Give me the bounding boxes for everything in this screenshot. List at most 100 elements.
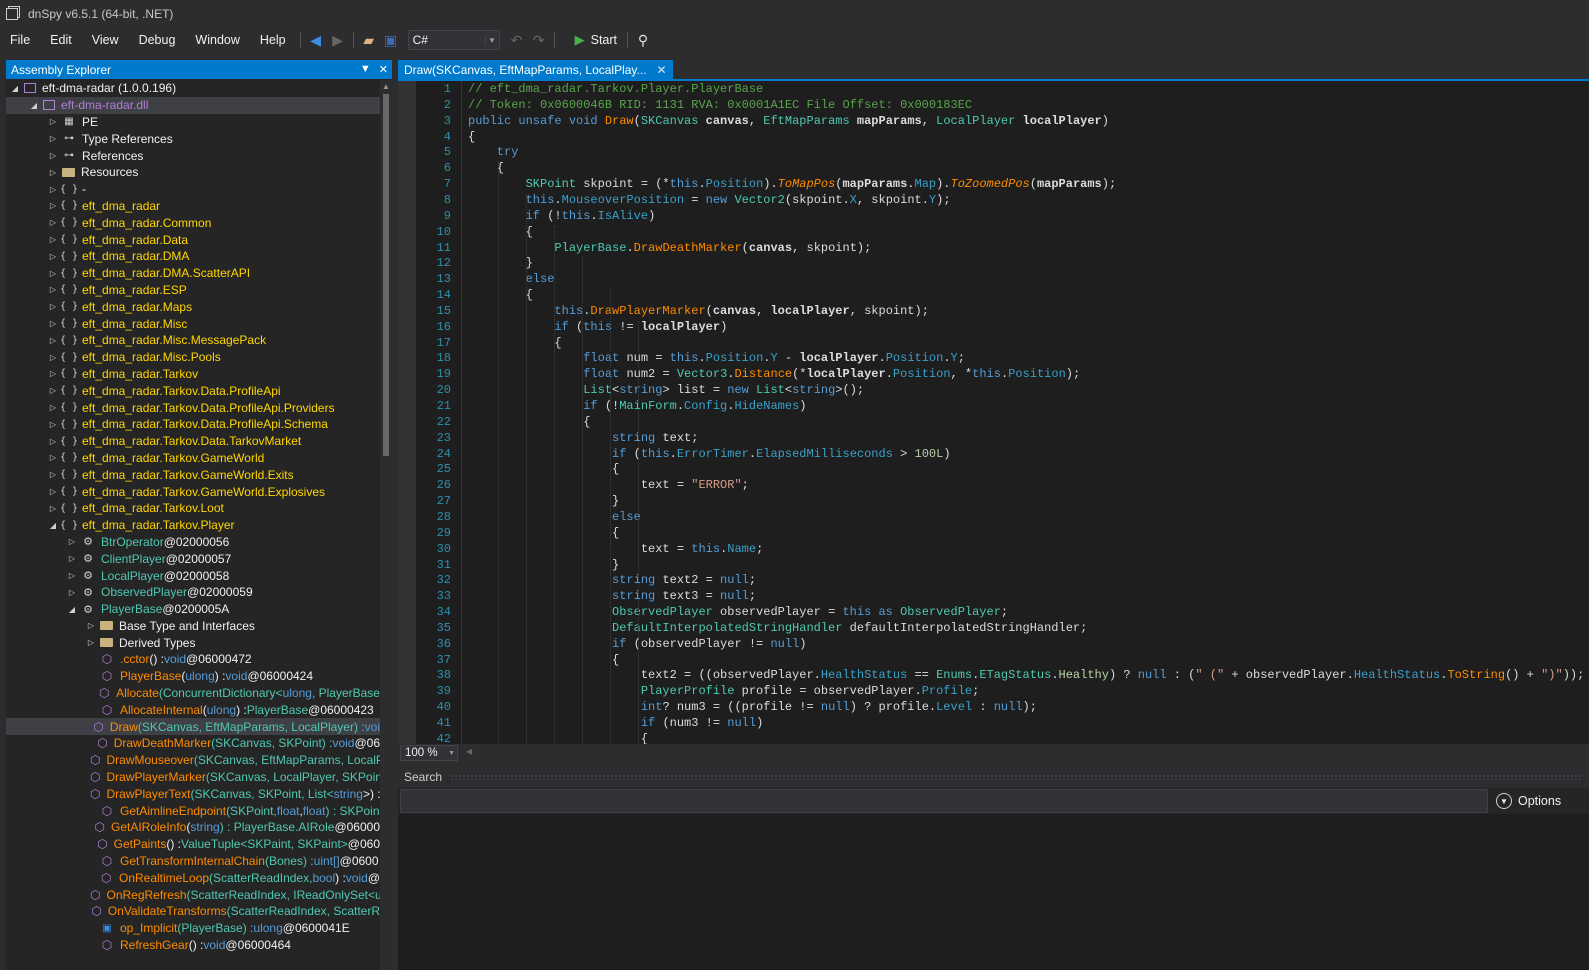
menu-help[interactable]: Help [250,29,296,51]
search-options-button[interactable]: ▼ Options [1496,793,1561,809]
tree-node[interactable]: ⬡ OnRegRefresh (ScatterReadIndex, IReadOnl… [6,886,380,903]
save-all-icon[interactable]: ▣ [380,29,402,51]
tree-node[interactable]: ⬡ GetAIRoleInfo(string) : PlayerBase. AIRo… [6,819,381,836]
expand-arrow-icon[interactable]: ▷ [48,302,58,311]
menu-file[interactable]: File [0,29,40,51]
menu-window[interactable]: Window [185,29,249,51]
navigate-back-icon[interactable]: ◀ [305,29,327,51]
tree-scrollbar-thumb[interactable] [383,94,389,456]
editor-horizontal-scrollbar[interactable]: ◀ [464,747,1589,758]
expand-arrow-icon[interactable]: ▷ [48,168,58,177]
expand-arrow-icon[interactable]: ▷ [48,470,58,479]
tree-node[interactable]: ⬡ GetAimlineEndpoint (SKPoint, float, floa… [6,802,380,819]
tree-node[interactable]: ▣ op_Implicit (PlayerBase) : ulong @060004… [6,920,380,937]
search-results[interactable] [398,814,1589,970]
tree-node[interactable]: ◢{ } eft_dma_radar.Tarkov.Player [6,517,380,534]
panel-menu-icon[interactable]: ▼ [360,63,371,76]
close-icon[interactable]: ✕ [379,63,388,76]
undo-icon[interactable]: ↶ [506,29,528,51]
tree-node[interactable]: ⬡ GetTransformInternalChain (Bones) : uint… [6,853,380,870]
tree-node[interactable]: ▷{ } eft_dma_radar.Tarkov.GameWorld.Explo… [6,483,380,500]
start-debugging-button[interactable]: ▶ Start [569,32,623,48]
code-editor[interactable]: 1 2 3 4 5 6 7 8 9 10 11 12 13 14 15 16 17 18 19 20 21 22 23 24 2… [398,81,1589,744]
tree-node[interactable]: ▷{ } eft_dma_radar.DMA.ScatterAPI [6,265,380,282]
assembly-tree[interactable]: ◢ eft-dma-radar (1.0.0.196) ◢ eft-dma-radar… [6,80,380,970]
expand-arrow-icon[interactable]: ▷ [67,588,77,597]
tree-node[interactable]: ⬡ Allocate (ConcurrentDictionary< ulong, Pl… [6,685,380,702]
tree-node[interactable]: ⬡ DrawDeathMarker (SKCanvas, SKPoint) : vo… [6,735,380,752]
tree-node[interactable]: ▷{ } eft_dma_radar.Misc [6,315,380,332]
tree-node[interactable]: ▷ ⚙ LocalPlayer @02000058 [6,567,380,584]
tree-node[interactable]: ▷ ⚙ BtrOperator @02000056 [6,534,380,551]
tree-node[interactable]: ▷{ } eft_dma_radar [6,198,380,215]
collapse-arrow-icon[interactable]: ◢ [67,605,77,614]
expand-arrow-icon[interactable]: ▷ [48,369,58,378]
redo-icon[interactable]: ↷ [528,29,550,51]
tree-node[interactable]: ⬡ PlayerBase(ulong) : void @06000424 [6,668,380,685]
search-icon[interactable]: ⚲ [632,29,654,51]
navigate-forward-icon[interactable]: ▶ [327,29,349,51]
tree-node[interactable]: ▷ ⚙ ObservedPlayer @02000059 [6,584,380,601]
menu-debug[interactable]: Debug [129,29,186,51]
tree-node[interactable]: ▷ Derived Types [6,634,380,651]
tree-node[interactable]: ▷{ } eft_dma_radar.Tarkov.GameWorld [6,450,380,467]
expand-arrow-icon[interactable]: ▷ [48,201,58,210]
tree-node[interactable]: ⬡ OnValidateTransforms (ScatterReadIndex, … [6,903,380,920]
tree-node[interactable]: ▷ Resources [6,164,380,181]
expand-arrow-icon[interactable]: ▷ [67,571,77,580]
search-input[interactable] [400,789,1488,813]
zoom-select[interactable]: 100 % ▼ [400,745,458,761]
tab-draw-method[interactable]: Draw(SKCanvas, EftMapParams, LocalPlay..… [398,60,673,79]
expand-arrow-icon[interactable]: ▷ [48,487,58,496]
expand-arrow-icon[interactable]: ▷ [48,353,58,362]
expand-arrow-icon[interactable]: ▷ [48,151,58,160]
expand-arrow-icon[interactable]: ▷ [48,319,58,328]
tree-scrollbar[interactable]: ▲ [380,80,392,970]
scroll-left-icon[interactable]: ◀ [466,747,472,756]
scroll-up-icon[interactable]: ▲ [382,82,390,91]
tree-node[interactable]: ▷ Base Type and Interfaces [6,618,380,635]
tree-node[interactable]: ◢ ⚙ PlayerBase @0200005A [6,601,380,618]
expand-arrow-icon[interactable]: ▷ [67,537,77,546]
language-select[interactable]: C# ▼ [407,30,500,50]
tree-node[interactable]: ⬡ GetPaints() : ValueTuple<SKPaint, SKPai… [6,836,380,853]
open-file-icon[interactable]: ▰ [358,29,380,51]
tree-node[interactable]: ▷{ } eft_dma_radar.Tarkov.Loot [6,500,380,517]
tree-node[interactable]: ⬡ RefreshGear() : void @06000464 [6,937,380,954]
expand-arrow-icon[interactable]: ▷ [48,403,58,412]
tree-node[interactable]: ▷{ } eft_dma_radar.Tarkov.Data.TarkovMark… [6,433,380,450]
tree-node[interactable]: ⬡ .cctor() : void @06000472 [6,651,380,668]
expand-arrow-icon[interactable]: ▷ [48,235,58,244]
tree-node[interactable]: ▷{ } eft_dma_radar.Tarkov.Data.ProfileApi… [6,416,380,433]
expand-arrow-icon[interactable]: ▷ [48,252,58,261]
tree-node[interactable]: ▷{ } eft_dma_radar.Tarkov.GameWorld.Exits [6,466,380,483]
tree-node[interactable]: ▷{ } eft_dma_radar.Maps [6,298,380,315]
expand-arrow-icon[interactable]: ▷ [48,453,58,462]
tree-node[interactable]: ⬡ OnRealtimeLoop (ScatterReadIndex, bool) … [6,869,380,886]
tree-node[interactable]: ▷ ⊶ References [6,147,380,164]
tree-node[interactable]: ▷{ } eft_dma_radar.Data [6,231,380,248]
expand-arrow-icon[interactable]: ▷ [48,117,58,126]
breakpoint-margin[interactable] [398,81,416,744]
tree-node[interactable]: ▷{ } eft_dma_radar.Misc.Pools [6,349,380,366]
expand-arrow-icon[interactable]: ▷ [48,420,58,429]
expand-arrow-icon[interactable]: ▷ [48,504,58,513]
tree-node[interactable]: ◢ eft-dma-radar.dll [6,96,380,114]
tree-node[interactable]: ⬡ DrawPlayerText (SKCanvas, SKPoint, List<… [6,785,380,802]
expand-arrow-icon[interactable]: ▷ [48,285,58,294]
expand-arrow-icon[interactable]: ▷ [48,336,58,345]
tree-node[interactable]: ▷{ } eft_dma_radar.Tarkov.Data.ProfileApi… [6,399,380,416]
expand-arrow-icon[interactable]: ▷ [48,437,58,446]
tree-node[interactable]: ⬡ DrawMouseover (SKCanvas, EftMapParams, L… [6,752,380,769]
code-view[interactable]: // eft_dma_radar.Tarkov.Player.PlayerBas… [468,81,1588,744]
menu-edit[interactable]: Edit [40,29,82,51]
menu-view[interactable]: View [82,29,129,51]
tree-node[interactable]: ▷{ } eft_dma_radar.DMA [6,248,380,265]
expand-arrow-icon[interactable]: ▷ [86,638,96,647]
tree-node[interactable]: ▷{ } eft_dma_radar.Tarkov [6,366,380,383]
tree-node[interactable]: ◢ eft-dma-radar (1.0.0.196) [6,80,380,97]
collapse-arrow-icon[interactable]: ◢ [29,101,39,110]
expand-arrow-icon[interactable]: ▷ [48,185,58,194]
panel-grip[interactable] [450,774,1581,780]
tree-node[interactable]: ▷{ } eft_dma_radar.Misc.MessagePack [6,332,380,349]
